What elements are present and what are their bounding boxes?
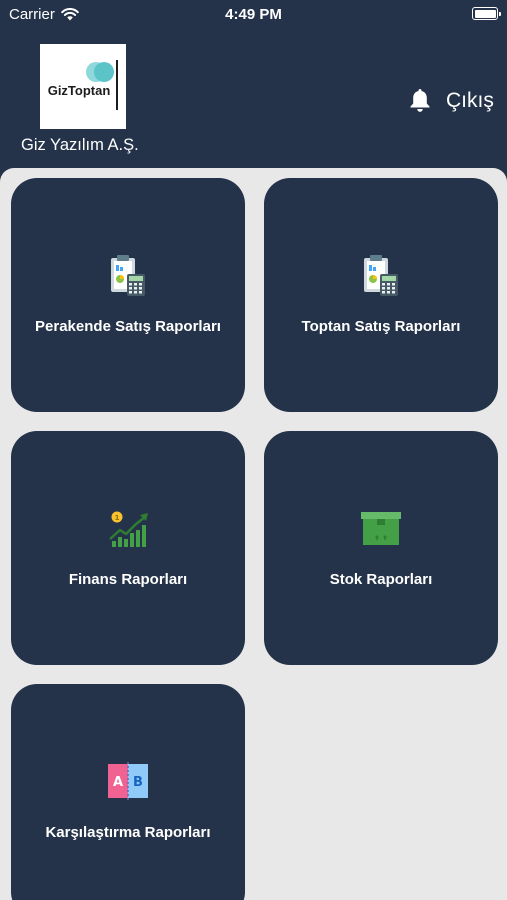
menu-card-toptan-satis[interactable]: Toptan Satış Raporları xyxy=(264,178,498,412)
menu-card-perakende-satis[interactable]: Perakende Satış Raporları xyxy=(11,178,245,412)
menu-card-stok[interactable]: Stok Raporları xyxy=(264,431,498,665)
bell-icon[interactable] xyxy=(408,87,432,113)
logo-text: GizToptan xyxy=(47,83,111,98)
logo-divider xyxy=(116,60,118,110)
menu-card-label: Karşılaştırma Raporları xyxy=(45,824,211,841)
battery-icon xyxy=(472,7,501,20)
compare-ab-icon: A B xyxy=(108,762,148,800)
status-bar: Carrier 4:49 PM xyxy=(0,0,507,30)
svg-text:B: B xyxy=(133,775,143,790)
stock-box-icon xyxy=(361,512,401,545)
menu-card-label: Perakende Satış Raporları xyxy=(35,318,221,335)
logout-button[interactable]: Çıkış xyxy=(446,89,494,113)
report-menu: Perakende Satış Raporları Toptan Satış R… xyxy=(0,168,507,900)
menu-card-karsilastirma[interactable]: A B Karşılaştırma Raporları xyxy=(11,684,245,900)
company-logo: GizToptan xyxy=(40,44,126,129)
report-calculator-icon xyxy=(364,255,398,296)
menu-card-label: Stok Raporları xyxy=(329,571,433,588)
svg-text:1: 1 xyxy=(115,514,120,522)
menu-card-label: Finans Raporları xyxy=(68,571,188,588)
report-calculator-icon xyxy=(111,255,145,296)
company-name: Giz Yazılım A.Ş. xyxy=(21,136,139,154)
menu-card-label: Toptan Satış Raporları xyxy=(301,318,461,335)
menu-card-finans[interactable]: 1 Finans Raporları xyxy=(11,431,245,665)
svg-text:A: A xyxy=(113,775,123,790)
logo-circles-icon xyxy=(86,62,116,82)
clock: 4:49 PM xyxy=(225,6,282,23)
finance-growth-icon: 1 xyxy=(109,511,148,547)
app-header: GizToptan Giz Yazılım A.Ş. Çıkış xyxy=(0,30,507,168)
